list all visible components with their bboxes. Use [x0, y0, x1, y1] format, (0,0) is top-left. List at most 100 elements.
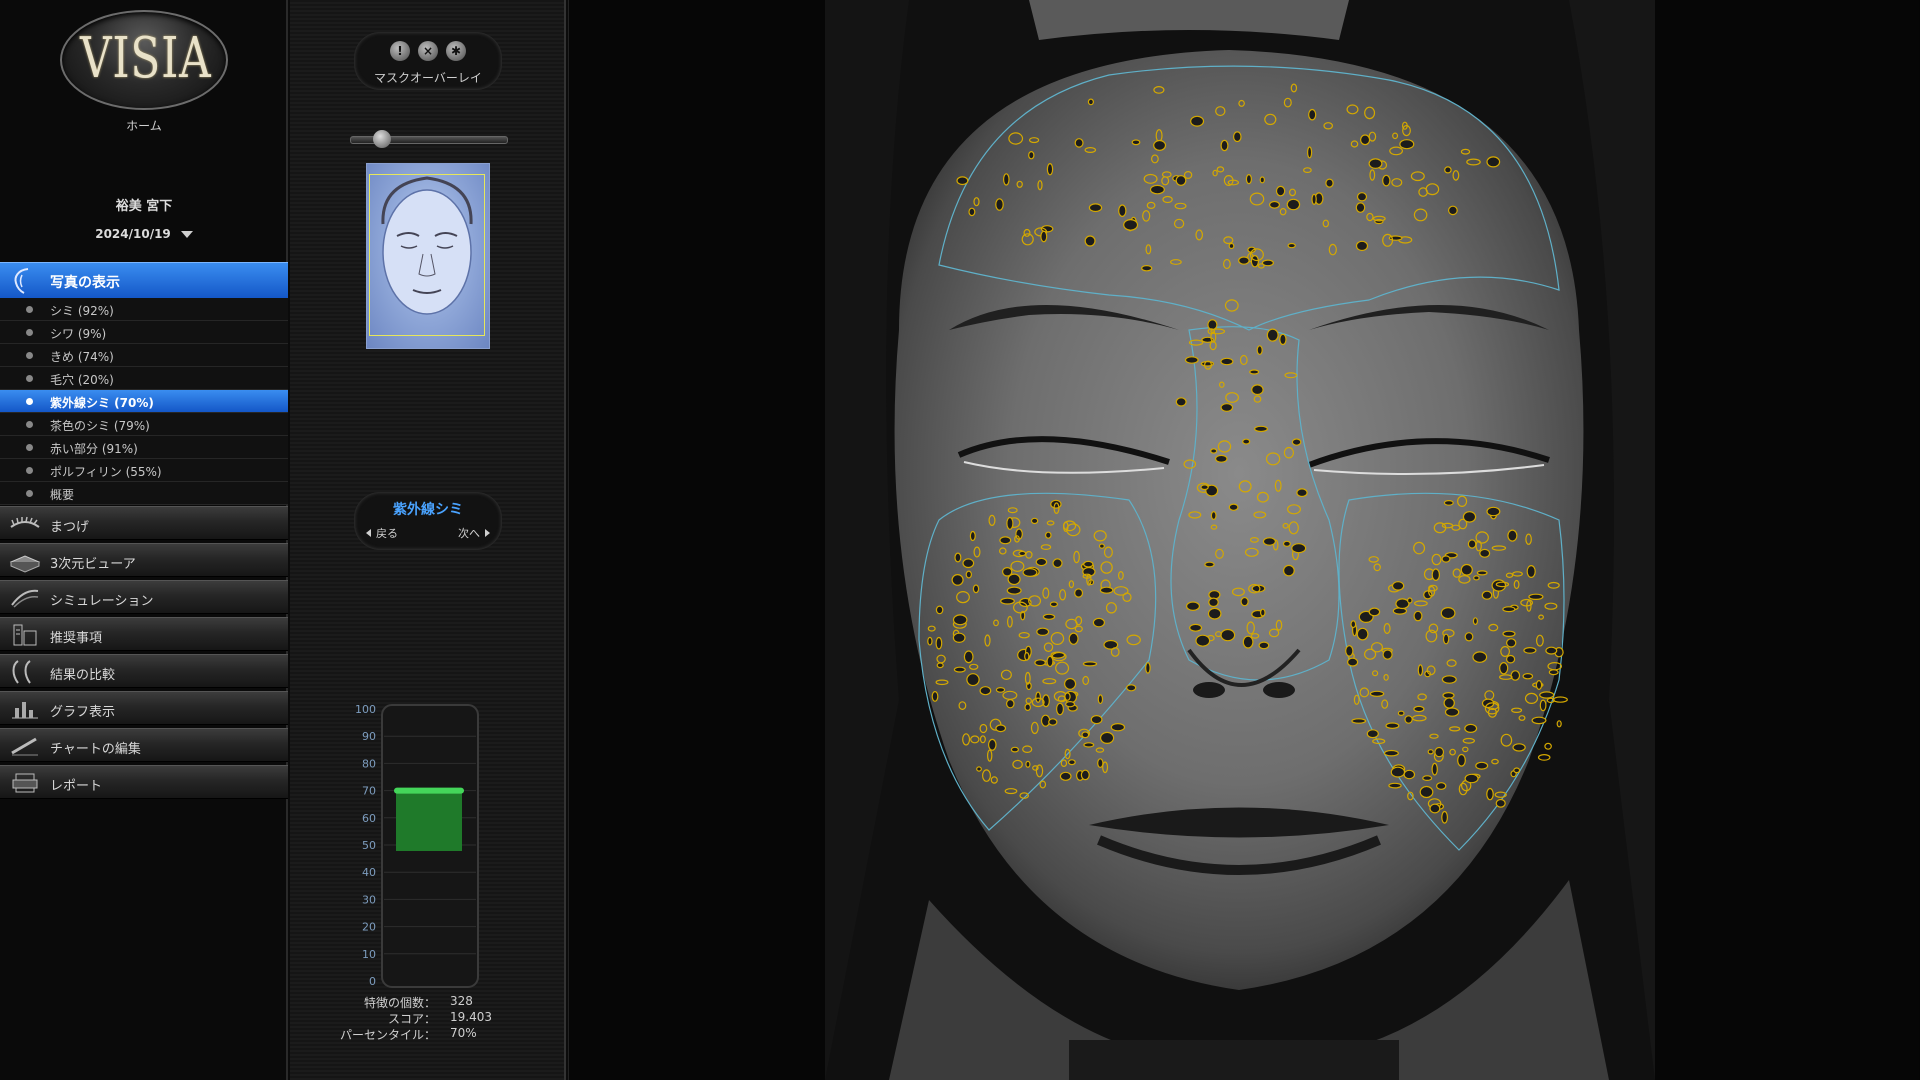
uv-spot-outline: [1040, 230, 1048, 243]
uv-spot-outline: [1059, 771, 1072, 781]
image-viewer[interactable]: [568, 0, 1920, 1080]
uv-spot-outline: [1099, 586, 1114, 594]
gauge-tick-label: 90: [362, 730, 376, 743]
analysis-type-name: 紫外線シミ: [393, 502, 463, 518]
bullet-icon: [26, 352, 33, 359]
next-button-label: 次へ: [458, 527, 480, 540]
uv-spot-outline: [1545, 646, 1558, 655]
uv-spot-outline: [1440, 606, 1456, 620]
analysis-item-pores[interactable]: 毛穴 (20%): [0, 367, 288, 390]
uv-spot-outline: [1145, 662, 1151, 674]
uv-spot-outline: [1441, 555, 1451, 563]
mask-overlay-label: マスクオーバーレイ: [374, 71, 482, 85]
analysis-item-label: 概要: [50, 488, 75, 502]
uv-spot-outline: [1006, 586, 1022, 595]
visia-logo-home-button[interactable]: VISIA: [60, 10, 228, 110]
uv-face-image[interactable]: [569, 0, 1919, 1080]
uv-spot-outline: [1444, 707, 1460, 717]
uv-spot-outline: [1083, 560, 1094, 568]
analysis-item-spots[interactable]: シミ (92%): [0, 298, 288, 321]
visit-date-selector[interactable]: 2024/10/19: [0, 227, 288, 241]
nav-3d-viewer[interactable]: 3次元ビューア: [0, 543, 288, 577]
analysis-item-texture[interactable]: きめ (74%): [0, 344, 288, 367]
visit-date-value: 2024/10/19: [95, 227, 171, 241]
gauge-tick-label: 30: [362, 893, 376, 906]
uv-spot-outline: [1068, 632, 1079, 645]
viewport-frame[interactable]: [369, 174, 485, 336]
nav-simulation[interactable]: シミュレーション: [0, 580, 288, 614]
uv-spot-outline: [1099, 731, 1115, 745]
gauge-bar: [396, 790, 462, 851]
nav-recommendations[interactable]: 推奨事項: [0, 617, 288, 651]
nav-eyelash[interactable]: まつげ: [0, 506, 288, 540]
uv-spot-outline: [1351, 718, 1367, 724]
uv-spot-outline: [1479, 548, 1491, 558]
uv-spot-outline: [1356, 192, 1368, 202]
uv-spot-outline: [1253, 425, 1268, 433]
uv-spot-outline: [1245, 174, 1253, 185]
score-label: スコア：: [387, 1012, 436, 1026]
uv-spot-outline: [1074, 138, 1084, 148]
uv-spot-outline: [1256, 345, 1263, 356]
uv-spot-outline: [1074, 588, 1084, 598]
uv-spot-outline: [1283, 564, 1295, 577]
chevron-down-icon: [180, 231, 193, 238]
patient-name: 裕美 宮下: [115, 199, 173, 214]
uv-spot-outline: [1282, 540, 1291, 547]
uv-spot-outline: [1024, 703, 1032, 712]
asterisk-icon[interactable]: ✱: [446, 41, 466, 61]
uv-spot-outline: [1083, 742, 1095, 748]
uv-spot-outline: [1035, 691, 1042, 703]
bullet-icon: [26, 375, 33, 382]
uv-spot-outline: [1523, 647, 1537, 654]
uv-spot-outline: [1250, 255, 1260, 268]
analysis-item-wrinkles[interactable]: シワ (9%): [0, 321, 288, 344]
analysis-item-brown-spots[interactable]: 茶色のシミ (79%): [0, 413, 288, 436]
uv-spot-outline: [1535, 679, 1543, 690]
bullet-icon: [26, 306, 33, 313]
analysis-item-porphyrins[interactable]: ポルフィリン (55%): [0, 459, 288, 482]
uv-spot-outline: [1097, 694, 1104, 705]
zoom-slider[interactable]: [350, 130, 508, 148]
uv-spot-outline: [1359, 134, 1371, 146]
nav-compare-results[interactable]: 結果の比較: [0, 654, 288, 688]
uv-spot-outline: [1046, 162, 1054, 176]
uv-spot-outline: [972, 584, 980, 594]
nav-chart-edit[interactable]: チャートの編集: [0, 728, 288, 762]
uv-spot-outline: [1431, 568, 1441, 581]
nav-report[interactable]: レポート: [0, 765, 288, 799]
uv-spot-outline: [1220, 357, 1234, 366]
analysis-item-uv-spots[interactable]: 紫外線シミ (70%): [0, 390, 288, 413]
uv-spot-outline: [1287, 242, 1296, 249]
prev-button[interactable]: 戻る: [366, 525, 398, 541]
uv-spot-outline: [1081, 731, 1090, 739]
nav-photo-view[interactable]: 写真の表示: [0, 262, 288, 298]
uv-spot-outline: [1149, 184, 1165, 195]
uv-spot-outline: [1056, 702, 1065, 716]
uv-spot-outline: [1325, 178, 1334, 188]
analysis-item-red-areas[interactable]: 赤い部分 (91%): [0, 436, 288, 459]
uv-spot-outline: [1475, 761, 1489, 770]
analysis-item-summary[interactable]: 概要: [0, 482, 288, 505]
nav-graph-view-label: グラフ表示: [50, 705, 116, 720]
uv-spot-outline: [1556, 720, 1562, 728]
nav-graph-view[interactable]: グラフ表示: [0, 691, 288, 725]
bullet-icon: [26, 467, 33, 474]
analysis-list: シミ (92%) シワ (9%) きめ (74%) 毛穴 (20%) 紫外線シミ…: [0, 298, 288, 505]
zoom-slider-handle[interactable]: [373, 130, 391, 148]
nav-report-label: レポート: [50, 779, 103, 794]
uv-spot-outline: [1486, 506, 1501, 517]
uv-spot-outline: [1473, 575, 1480, 581]
info-icon[interactable]: !: [390, 41, 410, 61]
uv-spot-outline: [968, 207, 976, 217]
next-button[interactable]: 次へ: [458, 525, 490, 541]
uv-spot-outline: [1189, 623, 1203, 632]
feature-count-value: 328: [450, 994, 473, 1008]
uv-spot-outline: [1262, 537, 1277, 546]
uv-spot-outline: [1088, 203, 1103, 213]
uv-spot-outline: [1259, 608, 1266, 617]
uv-spot-outline: [1346, 657, 1359, 667]
close-icon[interactable]: ×: [418, 41, 438, 61]
navigator-thumbnail[interactable]: [366, 163, 490, 349]
nav-chart-edit-label: チャートの編集: [50, 742, 141, 757]
